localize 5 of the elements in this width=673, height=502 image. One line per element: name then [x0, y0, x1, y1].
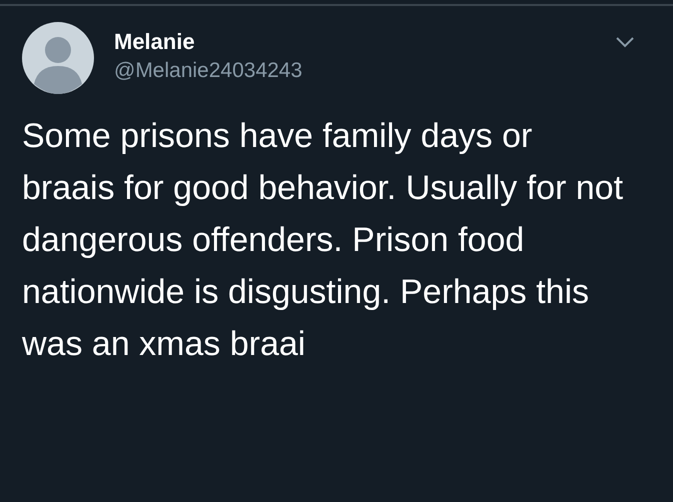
author-handle[interactable]: @Melanie24034243	[114, 56, 302, 86]
tweet-text: Some prisons have family days or braais for good behavior. Usually for not dangerous offenders. Prison food nationwide is disgusting. Perhaps this was an xmas braai	[22, 116, 624, 365]
avatar-icon[interactable]	[22, 22, 94, 94]
author-name[interactable]: Melanie	[114, 28, 302, 56]
chevron-icon[interactable]	[615, 36, 635, 48]
